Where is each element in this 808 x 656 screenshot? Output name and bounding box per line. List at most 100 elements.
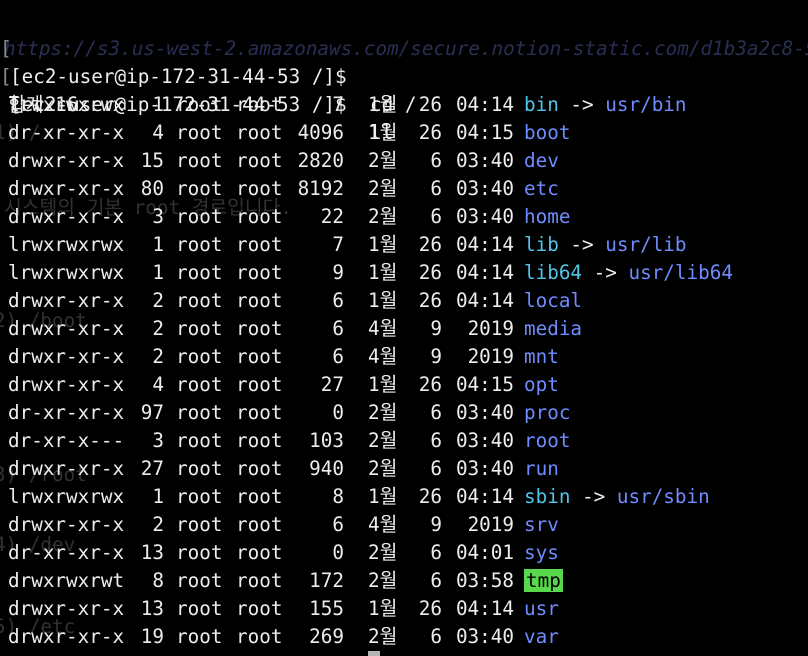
listing-size: 22 [320, 205, 344, 228]
listing-row: dr-xr-xr-x 97 root root 0 2월 6 03:40 proc [0, 399, 808, 427]
listing-size: 6 [332, 345, 344, 368]
listing-time: 2019 [467, 317, 514, 340]
listing-links: 13 [140, 597, 164, 620]
terminal-window[interactable]: https://s3.us-west-2.amazonaws.com/secur… [0, 0, 808, 656]
listing-month: 2월 [368, 177, 398, 200]
listing-time: 03:40 [455, 625, 514, 648]
listing-day: 26 [418, 121, 442, 144]
listing-links: 1 [152, 261, 164, 284]
listing-group: root [236, 289, 283, 312]
listing-name: etc [524, 177, 559, 200]
listing-links: 4 [152, 121, 164, 144]
listing-month: 2월 [368, 149, 398, 172]
total-line: 합계 16 [0, 63, 808, 116]
listing-group: root [236, 233, 283, 256]
listing-size: 103 [309, 429, 344, 452]
listing-time: 03:40 [455, 401, 514, 424]
listing-links: 1 [152, 93, 164, 116]
listing-perm: lrwxrwxrwx [8, 233, 125, 256]
listing-time: 03:40 [455, 457, 514, 480]
listing-day: 6 [430, 569, 442, 592]
listing-owner: root [176, 569, 223, 592]
symlink-target: usr/bin [605, 93, 687, 116]
listing-perm: drwxr-xr-x [8, 625, 125, 648]
listing-perm: drwxr-xr-x [8, 513, 125, 536]
listing-day: 6 [430, 625, 442, 648]
listing-perm: drwxr-xr-x [8, 317, 125, 340]
symlink-target: usr/lib64 [628, 261, 733, 284]
listing-month: 1월 [368, 121, 398, 144]
listing-links: 2 [152, 289, 164, 312]
listing-day: 6 [430, 205, 442, 228]
listing-time: 03:58 [455, 569, 514, 592]
listing-group: root [236, 625, 283, 648]
listing-group: root [236, 457, 283, 480]
listing-group: root [236, 317, 283, 340]
listing-group: root [236, 345, 283, 368]
listing-row: drwxr-xr-x 2 root root 6 4월 9 2019 srv [0, 511, 808, 539]
listing-row: dr-xr-xr-x 13 root root 0 2월 6 04:01 sys [0, 539, 808, 567]
listing-month: 2월 [368, 541, 398, 564]
listing-month: 2월 [368, 429, 398, 452]
listing-day: 26 [418, 289, 442, 312]
listing-perm: lrwxrwxrwx [8, 93, 125, 116]
listing-row: drwxr-xr-x 15 root root 2820 2월 6 03:40 dev [0, 147, 808, 175]
listing-links: 2 [152, 513, 164, 536]
listing-owner: root [176, 541, 223, 564]
listing-perm: drwxr-xr-x [8, 345, 125, 368]
listing-group: root [236, 597, 283, 620]
listing-perm: drwxr-xr-x [8, 289, 125, 312]
listing-day: 9 [430, 345, 442, 368]
symlink-arrow: -> [558, 93, 606, 116]
listing-links: 4 [152, 373, 164, 396]
listing-owner: root [176, 205, 223, 228]
listing-group: root [236, 401, 283, 424]
listing-month: 1월 [368, 289, 398, 312]
listing-group: root [236, 429, 283, 452]
listing-perm: lrwxrwxrwx [8, 485, 125, 508]
listing-row: drwxr-xr-x 2 root root 6 1월 26 04:14 local [0, 287, 808, 315]
symlink-target: usr/lib [605, 233, 687, 256]
listing-row: drwxr-xr-x 13 root root 155 1월 26 04:14 usr [0, 595, 808, 623]
listing-month: 4월 [368, 513, 398, 536]
listing-month: 1월 [368, 597, 398, 620]
listing-row: drwxr-xr-x 3 root root 22 2월 6 03:40 home [0, 203, 808, 231]
listing-group: root [236, 541, 283, 564]
listing-perm: lrwxrwxrwx [8, 261, 125, 284]
listing-size: 2820 [297, 149, 344, 172]
listing-links: 8 [152, 569, 164, 592]
listing-links: 3 [152, 205, 164, 228]
listing-time: 2019 [467, 513, 514, 536]
listing-owner: root [176, 289, 223, 312]
listing-links: 2 [152, 317, 164, 340]
listing-perm: drwxr-xr-x [8, 149, 125, 172]
command-line: [ [ec2-user@ip-172-31-44-53 /]$ cd / [0, 7, 808, 116]
listing-size: 0 [332, 401, 344, 424]
listing-name: home [524, 205, 571, 228]
listing-row: drwxr-xr-x 80 root root 8192 2월 6 03:40 etc [0, 175, 808, 203]
listing-month: 4월 [368, 345, 398, 368]
listing-row: dr-xr-x--- 3 root root 103 2월 6 03:40 root [0, 427, 808, 455]
listing-perm: dr-xr-xr-x [8, 121, 125, 144]
listing-time: 04:14 [455, 93, 514, 116]
listing-links: 27 [140, 457, 164, 480]
listing-owner: root [176, 485, 223, 508]
listing-perm: dr-xr-xr-x [8, 541, 125, 564]
listing-size: 27 [320, 373, 344, 396]
terminal-cursor [368, 651, 380, 656]
listing-name: proc [524, 401, 571, 424]
listing-day: 6 [430, 457, 442, 480]
listing-time: 04:01 [455, 541, 514, 564]
listing-month: 2월 [368, 569, 398, 592]
listing-perm: drwxr-xr-x [8, 597, 125, 620]
listing-day: 6 [430, 177, 442, 200]
listing-day: 26 [418, 261, 442, 284]
listing-day: 26 [418, 597, 442, 620]
listing-group: root [236, 93, 283, 116]
listing-group: root [236, 261, 283, 284]
listing-name: lib64 [524, 261, 583, 284]
listing-links: 1 [152, 485, 164, 508]
listing-time: 04:14 [455, 597, 514, 620]
listing-size: 6 [332, 317, 344, 340]
listing-group: root [236, 513, 283, 536]
